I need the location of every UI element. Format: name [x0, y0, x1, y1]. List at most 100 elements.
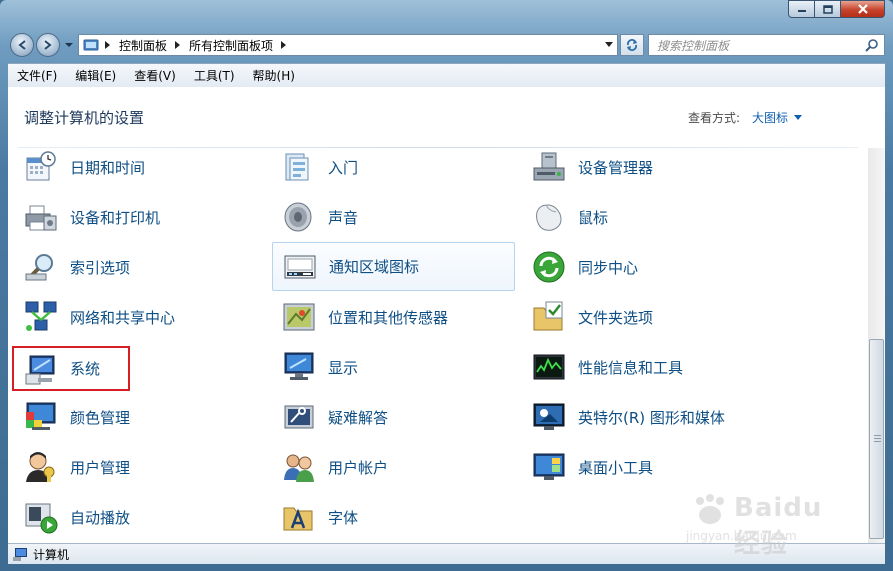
breadcrumb-arrow-icon[interactable] [281, 41, 287, 49]
minimize-button[interactable] [788, 0, 815, 18]
view-by-label: 查看方式: [687, 111, 740, 125]
network-icon [25, 301, 57, 331]
breadcrumb-item-control-panel[interactable]: 控制面板 [119, 37, 167, 54]
item-label: 网络和共享中心 [70, 308, 176, 327]
autoplay-icon [25, 503, 58, 534]
item-fonts[interactable]: 字体 [272, 495, 512, 539]
breadcrumb-item-all-items[interactable]: 所有控制面板项 [189, 37, 273, 54]
maximize-icon [822, 4, 833, 14]
caption-buttons [788, 0, 885, 18]
vertical-scrollbar[interactable] [868, 148, 885, 543]
notification-area-icon [284, 255, 316, 278]
close-icon [857, 4, 868, 14]
item-label: 显示 [328, 358, 359, 377]
recent-pages-dropdown-icon[interactable] [65, 41, 73, 49]
item-desktop-gadgets[interactable]: 桌面小工具 [522, 445, 762, 489]
breadcrumb-arrow-icon[interactable] [175, 41, 181, 49]
item-label: 设备管理器 [578, 158, 654, 177]
item-user-accounts[interactable]: 用户帐户 [272, 445, 512, 489]
item-user-management[interactable]: 用户管理 [14, 445, 254, 489]
breadcrumb: 控制面板 所有控制面板项 [83, 37, 295, 54]
item-label: 字体 [328, 508, 359, 527]
user-accounts-icon [284, 454, 314, 482]
item-label: 声音 [328, 208, 359, 227]
item-mouse[interactable]: 鼠标 [522, 195, 762, 239]
item-sync-center[interactable]: 同步中心 [522, 245, 762, 289]
item-label: 自动播放 [70, 508, 131, 527]
back-button[interactable] [10, 33, 34, 57]
item-label: 用户管理 [70, 458, 131, 477]
forward-button[interactable] [36, 33, 60, 57]
item-label: 性能信息和工具 [578, 358, 684, 377]
item-label: 桌面小工具 [578, 458, 654, 477]
view-by-dropdown[interactable]: 大图标 [752, 109, 788, 126]
display-icon [284, 352, 314, 380]
item-label: 入门 [328, 158, 359, 177]
item-color-management[interactable]: 颜色管理 [14, 395, 254, 439]
item-devices-printers[interactable]: 设备和打印机 [14, 195, 254, 239]
search-input[interactable] [655, 36, 859, 56]
performance-icon [533, 354, 565, 380]
maximize-button[interactable] [815, 0, 841, 18]
item-notification-area-icons[interactable]: 通知区域图标 [272, 242, 515, 291]
control-panel-icon [83, 39, 99, 51]
menu-file[interactable]: 文件(F) [8, 67, 66, 84]
breadcrumb-arrow-icon [105, 41, 110, 49]
index-search-icon [25, 254, 53, 281]
item-label: 鼠标 [578, 208, 609, 227]
refresh-button[interactable] [620, 34, 644, 56]
item-label: 同步中心 [578, 258, 639, 277]
gadgets-icon [533, 453, 565, 480]
calendar-clock-icon [26, 151, 56, 181]
menu-edit[interactable]: 编辑(E) [66, 67, 125, 84]
item-sound[interactable]: 声音 [272, 195, 512, 239]
item-folder-options[interactable]: 文件夹选项 [522, 295, 762, 339]
scrollbar-thumb[interactable] [869, 339, 884, 539]
item-location-sensors[interactable]: 位置和其他传感器 [272, 295, 512, 339]
item-getting-started[interactable]: 入门 [272, 145, 512, 189]
item-autoplay[interactable]: 自动播放 [14, 495, 254, 539]
refresh-icon [627, 39, 637, 51]
address-bar[interactable]: 控制面板 所有控制面板项 [78, 34, 618, 56]
item-date-time[interactable]: 日期和时间 [14, 145, 254, 189]
item-label: 系统 [70, 360, 101, 378]
menu-help[interactable]: 帮助(H) [244, 67, 304, 84]
status-bar: 计算机 [8, 543, 885, 564]
item-intel-graphics[interactable]: 英特尔(R) 图形和媒体 [522, 395, 762, 439]
close-button[interactable] [841, 0, 885, 18]
menu-tools[interactable]: 工具(T) [185, 67, 244, 84]
item-system[interactable]: 系统 [12, 346, 130, 391]
user-management-icon [26, 452, 55, 482]
device-manager-icon [533, 152, 565, 181]
item-device-manager[interactable]: 设备管理器 [522, 145, 762, 189]
item-display[interactable]: 显示 [272, 345, 512, 389]
address-dropdown-icon[interactable] [605, 42, 613, 47]
item-performance[interactable]: 性能信息和工具 [522, 345, 762, 389]
item-indexing-options[interactable]: 索引选项 [14, 245, 254, 289]
troubleshooting-icon [284, 405, 314, 429]
item-label: 通知区域图标 [329, 258, 420, 276]
folder-options-icon [533, 301, 563, 331]
mouse-icon [536, 204, 562, 231]
item-network-sharing[interactable]: 网络和共享中心 [14, 295, 254, 339]
back-arrow-icon [18, 40, 26, 50]
item-label: 用户帐户 [328, 458, 389, 477]
search-icon[interactable] [865, 38, 879, 52]
printer-icon [25, 205, 57, 231]
forward-arrow-icon [44, 40, 52, 50]
system-icon [25, 355, 55, 384]
minimize-icon [797, 10, 806, 12]
status-label: 计算机 [33, 547, 70, 562]
speaker-icon [284, 202, 312, 232]
navigation-bar: 控制面板 所有控制面板项 [8, 31, 885, 59]
color-management-icon [26, 402, 56, 430]
item-troubleshooting[interactable]: 疑难解答 [272, 395, 512, 439]
intel-graphics-icon [533, 403, 565, 430]
item-label: 文件夹选项 [578, 308, 654, 327]
search-box[interactable] [648, 34, 885, 56]
menu-view[interactable]: 查看(V) [125, 67, 185, 84]
view-by-dropdown-icon[interactable] [794, 115, 802, 120]
item-label: 位置和其他传感器 [328, 308, 449, 327]
item-label: 颜色管理 [70, 408, 131, 427]
fonts-icon [283, 507, 313, 531]
